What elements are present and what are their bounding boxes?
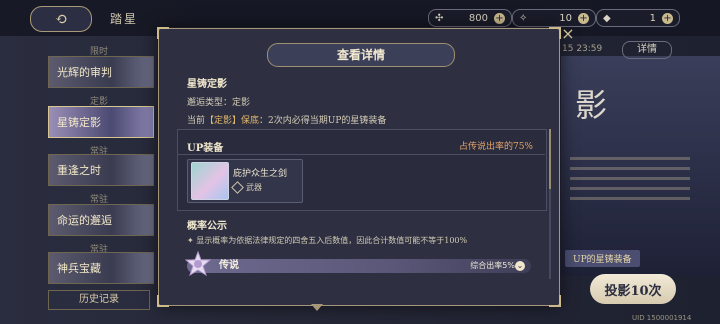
uid-label: UID 1500001914 (632, 314, 692, 322)
banner-limited[interactable]: 光辉的审判 (48, 56, 154, 88)
crystal-resource[interactable]: ✧ 10 + (512, 9, 596, 27)
banner-treasure[interactable]: 神兵宝藏 (48, 252, 154, 284)
modal-bottom-ornament (311, 304, 323, 311)
detail-button[interactable]: 详情 (622, 41, 672, 59)
item-name: 庇护众生之剑 (233, 169, 288, 179)
history-button[interactable]: 历史记录 (48, 290, 150, 310)
banner-end-date: 15 23:59 (562, 44, 603, 54)
up-equipment-label: UP的星铸装备 (565, 250, 640, 267)
guarantee-text: 当前【定影】保底：2次内必得当期UP的星铸装备 (187, 116, 387, 126)
up-equipment-heading: UP装备 (187, 143, 224, 154)
banner-fate[interactable]: 命运的邂逅 (48, 204, 154, 236)
weapon-type-icon (231, 181, 244, 194)
banner-type: 邂逅类型：定影 (187, 98, 251, 108)
gacha-10-button[interactable]: 投影10次 (590, 274, 676, 304)
coin-resource[interactable]: ✣ 800 + (428, 9, 512, 27)
tier-label: 传说 (219, 260, 239, 271)
up-rate-text: 占传说出率的75% (458, 142, 533, 152)
detail-modal: 查看详情 × 星铸定影 邂逅类型：定影 当前【定影】保底：2次内必得当期UP的星… (157, 25, 575, 307)
add-crystal-icon[interactable]: + (578, 12, 589, 24)
guarantee-tag: 【定影】保底 (205, 116, 260, 126)
legend-emblem-icon (185, 251, 211, 277)
scrollbar-thumb[interactable] (549, 129, 551, 189)
corner-ornament (157, 27, 169, 39)
corner-ornament (157, 295, 169, 307)
gem-icon: ◆ (603, 12, 611, 24)
chevron-down-icon[interactable]: ⌄ (515, 261, 525, 271)
close-icon[interactable]: × (559, 25, 577, 43)
page-title: 踏星 (110, 12, 139, 26)
banner-star-cast[interactable]: 星铸定影 (48, 106, 154, 138)
sidebar-heading: 定影 (89, 97, 108, 107)
tier-rate: 综合出率5% (470, 261, 515, 270)
probability-heading: 概率公示 (187, 221, 227, 232)
banner-title-glyph: 影 (575, 86, 608, 124)
back-button[interactable]: ⟲ (30, 6, 92, 32)
divider (177, 154, 545, 155)
banner-reunion[interactable]: 重逢之时 (48, 154, 154, 186)
gem-resource[interactable]: ◆ 1 + (596, 9, 680, 27)
add-coin-icon[interactable]: + (494, 12, 505, 24)
item-type: 武器 (231, 181, 262, 194)
sidebar-heading: 常驻 (89, 195, 108, 205)
corner-ornament (549, 295, 561, 307)
probability-note: ✦ 显示概率为依据法律规定的四舍五入后数值，因此合计数值可能不等于100% (187, 236, 468, 245)
sidebar-heading: 限时 (89, 47, 108, 57)
add-gem-icon[interactable]: + (662, 12, 673, 24)
sword-item-icon[interactable] (191, 162, 229, 200)
crystal-icon: ✧ (519, 12, 528, 24)
banner-name: 星铸定影 (187, 79, 227, 90)
coin-icon: ✣ (435, 12, 444, 24)
modal-title: 查看详情 (267, 43, 455, 67)
back-arrow-icon: ⟲ (54, 10, 68, 28)
banner-description (570, 150, 690, 207)
